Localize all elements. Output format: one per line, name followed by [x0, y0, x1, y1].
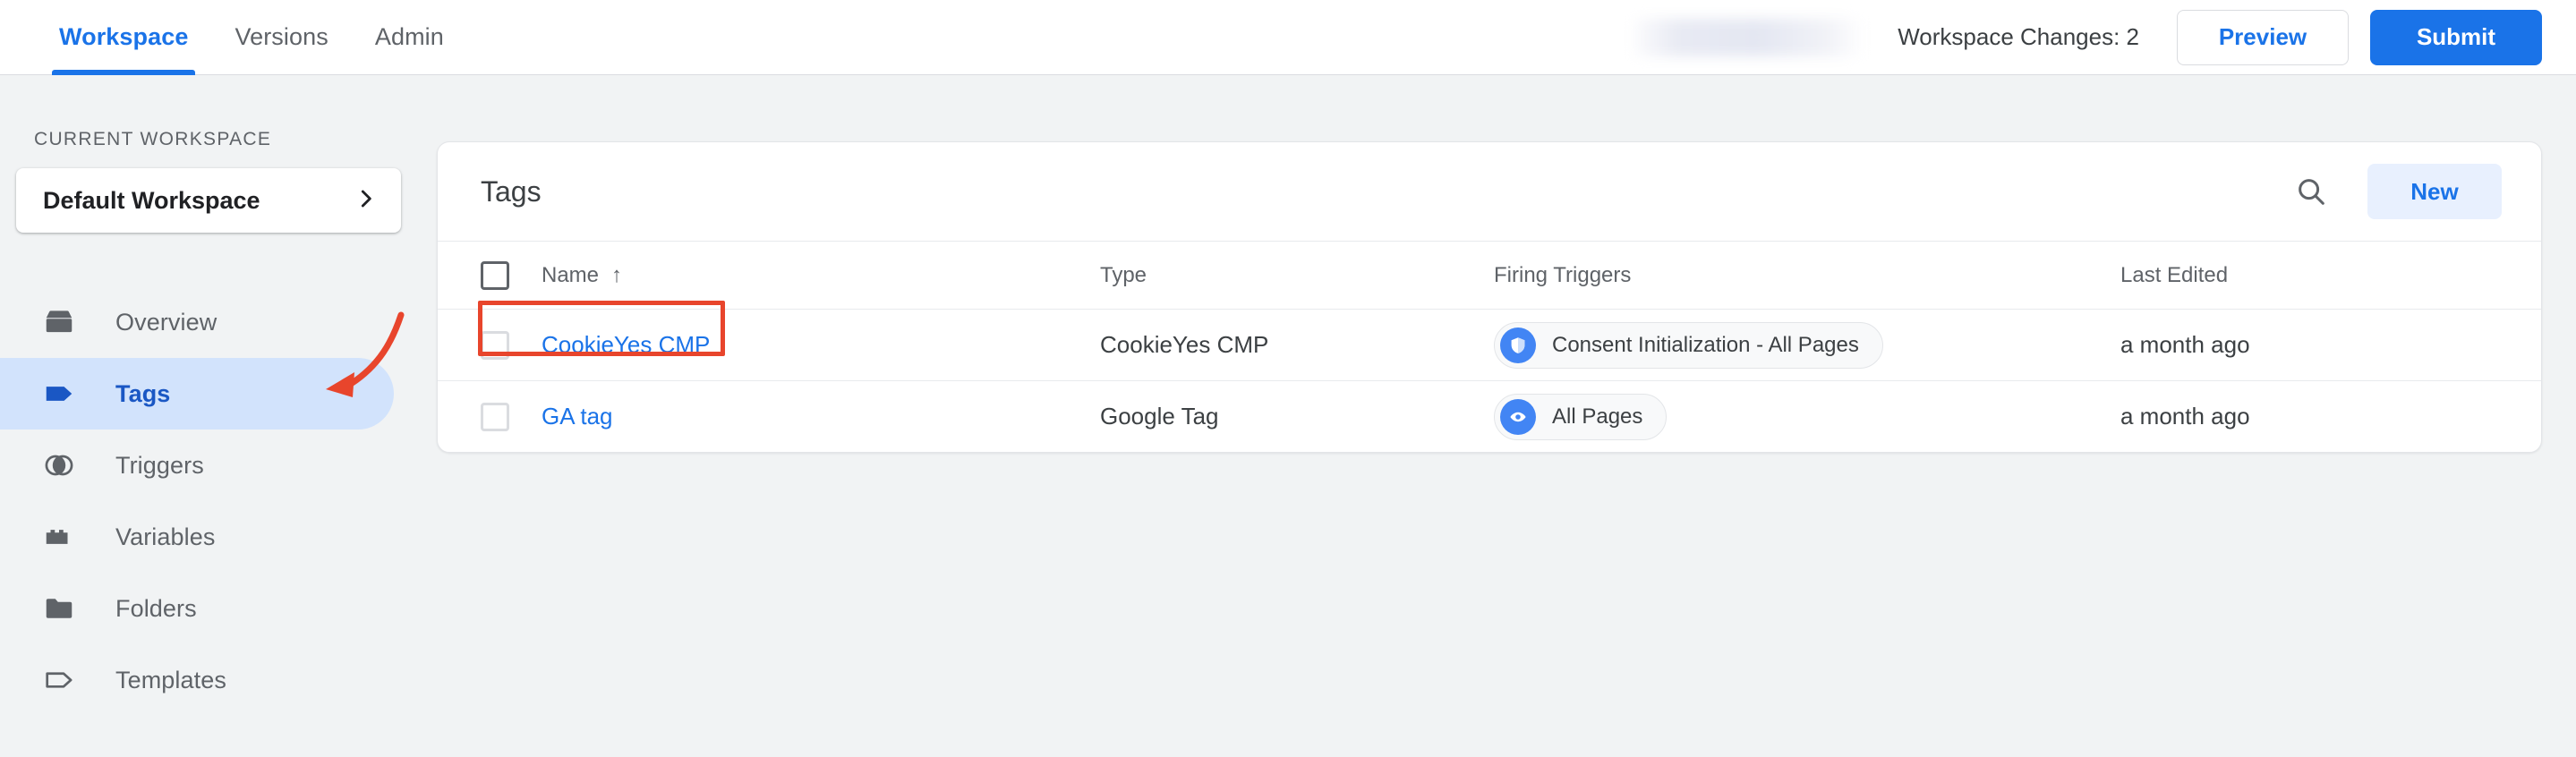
sidebar-item-folders[interactable]: Folders	[0, 573, 430, 644]
trigger-chip[interactable]: All Pages	[1494, 393, 1668, 440]
sidebar-nav: Overview Tags Triggers Variables Folders…	[0, 286, 430, 716]
row-name-cell: GA tag	[509, 403, 1100, 430]
sidebar-item-templates[interactable]: Templates	[0, 644, 430, 716]
table-header-row: Name ↑ Type Firing Triggers Last Edited	[438, 241, 2541, 309]
row-firing-triggers-cell: Consent Initialization - All Pages	[1494, 321, 2120, 369]
tag-name-link[interactable]: CookieYes CMP	[542, 331, 710, 358]
row-last-edited-cell: a month ago	[2120, 403, 2250, 430]
workspace-selector-name: Default Workspace	[43, 186, 260, 214]
chevron-right-icon	[354, 187, 378, 215]
trigger-chip-label: All Pages	[1552, 404, 1643, 429]
tab-versions-label: Versions	[235, 23, 328, 50]
top-tab-list: Workspace Versions Admin	[36, 0, 467, 75]
sidebar-item-variables[interactable]: Variables	[0, 501, 430, 573]
row-type-cell: CookieYes CMP	[1100, 331, 1269, 358]
current-workspace-label: CURRENT WORKSPACE	[34, 129, 272, 149]
tag-outline-icon	[40, 661, 78, 699]
sidebar-item-triggers[interactable]: Triggers	[0, 430, 430, 501]
preview-button[interactable]: Preview	[2177, 9, 2349, 65]
sidebar: CURRENT WORKSPACE Default Workspace Over…	[0, 75, 430, 757]
card-header-actions: New	[2287, 164, 2502, 219]
eye-icon	[1500, 398, 1536, 435]
row-type-cell: Google Tag	[1100, 403, 1219, 430]
tab-admin[interactable]: Admin	[352, 0, 467, 75]
column-header-name-label: Name	[542, 262, 600, 287]
card-header: Tags New	[438, 142, 2541, 241]
variables-brick-icon	[40, 518, 78, 556]
row-checkbox[interactable]	[481, 330, 509, 360]
tag-name-link[interactable]: GA tag	[542, 403, 613, 430]
row-last-edited-cell: a month ago	[2120, 331, 2250, 358]
sidebar-item-templates-label: Templates	[115, 666, 226, 693]
new-tag-button[interactable]: New	[2367, 164, 2502, 219]
workspace-selector[interactable]: Default Workspace	[16, 168, 401, 233]
tab-versions[interactable]: Versions	[211, 0, 351, 75]
sidebar-item-tags-label: Tags	[115, 379, 171, 407]
tab-workspace-label: Workspace	[59, 23, 189, 50]
shield-icon	[1500, 327, 1536, 363]
overview-box-icon	[40, 303, 78, 341]
row-checkbox[interactable]	[481, 402, 509, 431]
column-header-name[interactable]: Name ↑	[509, 263, 1100, 288]
top-bar-actions: Workspace Changes: 2 Preview Submit	[1634, 9, 2576, 65]
trigger-chip-label: Consent Initialization - All Pages	[1552, 332, 1859, 357]
sidebar-item-triggers-label: Triggers	[115, 451, 204, 479]
sidebar-item-overview-label: Overview	[115, 308, 218, 336]
page-title: Tags	[481, 174, 542, 208]
table-row[interactable]: CookieYes CMP CookieYes CMP Consent Init…	[438, 309, 2541, 380]
tags-table: Name ↑ Type Firing Triggers Last Edited …	[438, 241, 2541, 452]
row-name-cell: CookieYes CMP	[509, 331, 1100, 359]
submit-button[interactable]: Submit	[2370, 9, 2542, 65]
search-icon[interactable]	[2287, 167, 2335, 216]
triggers-circles-icon	[40, 447, 78, 484]
tag-filled-icon	[40, 375, 78, 413]
column-header-firing-triggers[interactable]: Firing Triggers	[1494, 263, 2120, 288]
column-header-type[interactable]: Type	[1100, 263, 1494, 288]
workspace-changes-count: Workspace Changes: 2	[1898, 23, 2139, 50]
folder-icon	[40, 590, 78, 627]
column-header-last-edited[interactable]: Last Edited	[2120, 263, 2505, 288]
sort-ascending-icon: ↑	[611, 262, 623, 287]
select-all-checkbox[interactable]	[481, 260, 509, 290]
table-row[interactable]: GA tag Google Tag All Pages a month ago	[438, 380, 2541, 452]
tags-card: Tags New Name ↑ Type Firing Triggers Las…	[437, 141, 2542, 453]
account-name-redacted	[1634, 18, 1861, 56]
sidebar-item-variables-label: Variables	[115, 523, 216, 550]
top-bar: Workspace Versions Admin Workspace Chang…	[0, 0, 2576, 75]
row-firing-triggers-cell: All Pages	[1494, 393, 2120, 440]
tab-admin-label: Admin	[374, 23, 444, 50]
trigger-chip[interactable]: Consent Initialization - All Pages	[1494, 321, 1883, 369]
tab-workspace[interactable]: Workspace	[36, 0, 211, 75]
sidebar-item-tags[interactable]: Tags	[0, 358, 394, 430]
sidebar-item-folders-label: Folders	[115, 594, 197, 622]
sidebar-item-overview[interactable]: Overview	[0, 286, 430, 358]
